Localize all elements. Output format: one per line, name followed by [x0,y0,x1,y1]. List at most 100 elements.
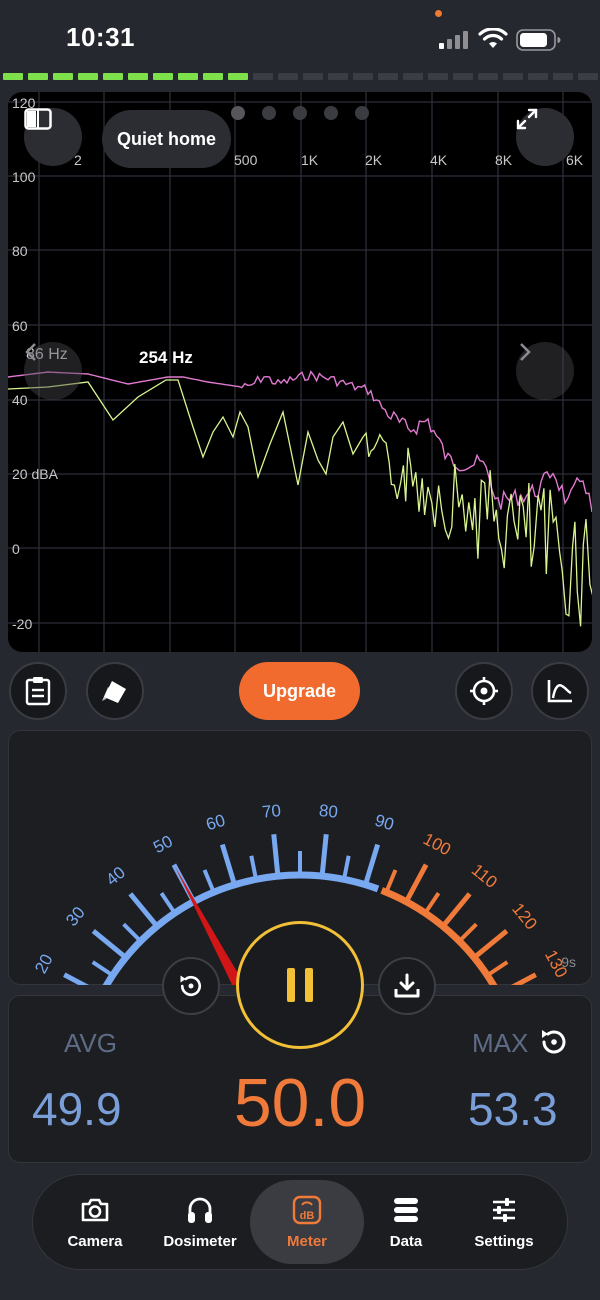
level-segment [278,73,298,80]
gauge-tick [441,892,472,928]
level-segment [253,73,273,80]
wifi-icon [478,28,508,48]
level-segment [478,73,498,80]
level-segment [128,73,148,80]
gauge-tick [384,869,398,893]
recording-indicator-dot [435,10,442,17]
gauge-tick [91,929,128,960]
elapsed-time: 9s [561,954,576,970]
page-dot[interactable] [293,106,307,120]
x-axis-tick: 4K [430,152,448,168]
calibrate-button[interactable] [86,662,144,720]
gauge-tick [249,855,258,880]
chevron-left-icon [25,343,36,361]
report-button[interactable] [9,662,67,720]
gauge-scale-label: 120 [508,899,541,933]
y-axis-tick: 80 [12,243,28,259]
x-axis-tick: 8K [495,152,513,168]
target-button[interactable] [455,662,513,720]
gauge-tick [128,892,159,928]
gauge-tick [319,834,329,877]
x-axis-tick: 2K [365,152,383,168]
tab-data[interactable]: Data [356,1182,456,1262]
y-axis-tick: 20 dBA [12,466,58,482]
gauge-tick [202,869,216,893]
gauge-tick [63,972,90,985]
y-axis-tick: 0 [12,541,20,557]
level-segment [53,73,73,80]
tab-dosimeter[interactable]: Dosimeter [150,1182,250,1262]
level-meter-bar [0,73,600,81]
x-axis-tick: 500 [234,152,258,168]
tab-label: Camera [67,1232,123,1250]
gauge-tick [404,863,429,903]
preset-selector[interactable]: Quiet home [102,110,232,168]
next-button[interactable] [516,342,574,400]
headphones-icon [188,1197,212,1223]
clipboard-icon [25,677,51,706]
reset-button[interactable] [162,957,220,1015]
y-axis-tick: 40 [12,392,28,408]
gauge-tick [219,843,237,886]
db-meter-icon: dB [292,1195,322,1224]
level-segment [203,73,223,80]
reset-icon [180,975,202,997]
swatch-cards-icon [102,681,126,703]
level-segment [403,73,423,80]
camera-icon [81,1198,109,1221]
gauge-scale-label: 110 [468,860,501,892]
gauge-tick [472,929,509,960]
gauge-tick [122,922,143,943]
tab-settings[interactable]: Settings [454,1182,554,1262]
gauge-scale-label: 20 [31,951,57,977]
upgrade-button[interactable]: Upgrade [239,662,360,720]
library-button[interactable] [24,108,82,166]
level-segment [453,73,473,80]
level-segment [578,73,598,80]
gauge-scale-label: 70 [261,801,282,822]
level-segment [503,73,523,80]
page-dot[interactable] [262,106,276,120]
fullscreen-button[interactable] [516,108,574,166]
expand-icon [516,108,538,130]
chevron-right-icon [520,343,531,361]
avg-label: AVG [64,1028,117,1058]
level-segment [3,73,23,80]
page-dot[interactable] [355,106,369,120]
crosshair-icon [470,677,498,705]
spectrum-analyzer[interactable]: 120 100 80 60 40 20 dBA 0 -20 2 500 1K 2K 4K 8K 6K 86… [8,92,592,652]
level-segment [178,73,198,80]
gauge-scale-label: 50 [150,832,176,858]
level-segment [378,73,398,80]
gauge-scale-label: 80 [318,801,339,822]
gauge-tick [423,892,441,915]
tab-camera[interactable]: Camera [45,1182,145,1262]
line-chart-icon [547,680,572,703]
download-icon [394,973,420,998]
page-dot[interactable] [324,106,338,120]
live-spectrum-trace [8,379,592,627]
x-axis-tick: 6K [566,152,584,168]
y-axis-tick: -20 [12,616,33,632]
gauge-scale-label: 60 [204,811,228,835]
level-segment [553,73,573,80]
gauge-scale-label: 30 [62,903,89,930]
level-segment [103,73,123,80]
svg-text:dB: dB [300,1210,315,1222]
tab-meter[interactable]: dB Meter [257,1182,357,1262]
graph-button[interactable] [531,662,589,720]
gauge-tick [271,834,281,877]
gauge-scale-label: 40 [102,863,129,890]
gauge-tick [342,855,351,880]
level-segment [303,73,323,80]
status-time: 10:31 [66,22,135,52]
pause-button[interactable] [236,921,364,1049]
page-dot[interactable] [231,106,245,120]
reset-max-button[interactable] [538,1026,570,1063]
level-segment [328,73,348,80]
gauge-scale-label: 100 [420,829,454,859]
previous-button[interactable] [24,342,82,400]
download-button[interactable] [378,957,436,1015]
cellular-signal-icon [439,31,468,49]
level-segment [353,73,373,80]
